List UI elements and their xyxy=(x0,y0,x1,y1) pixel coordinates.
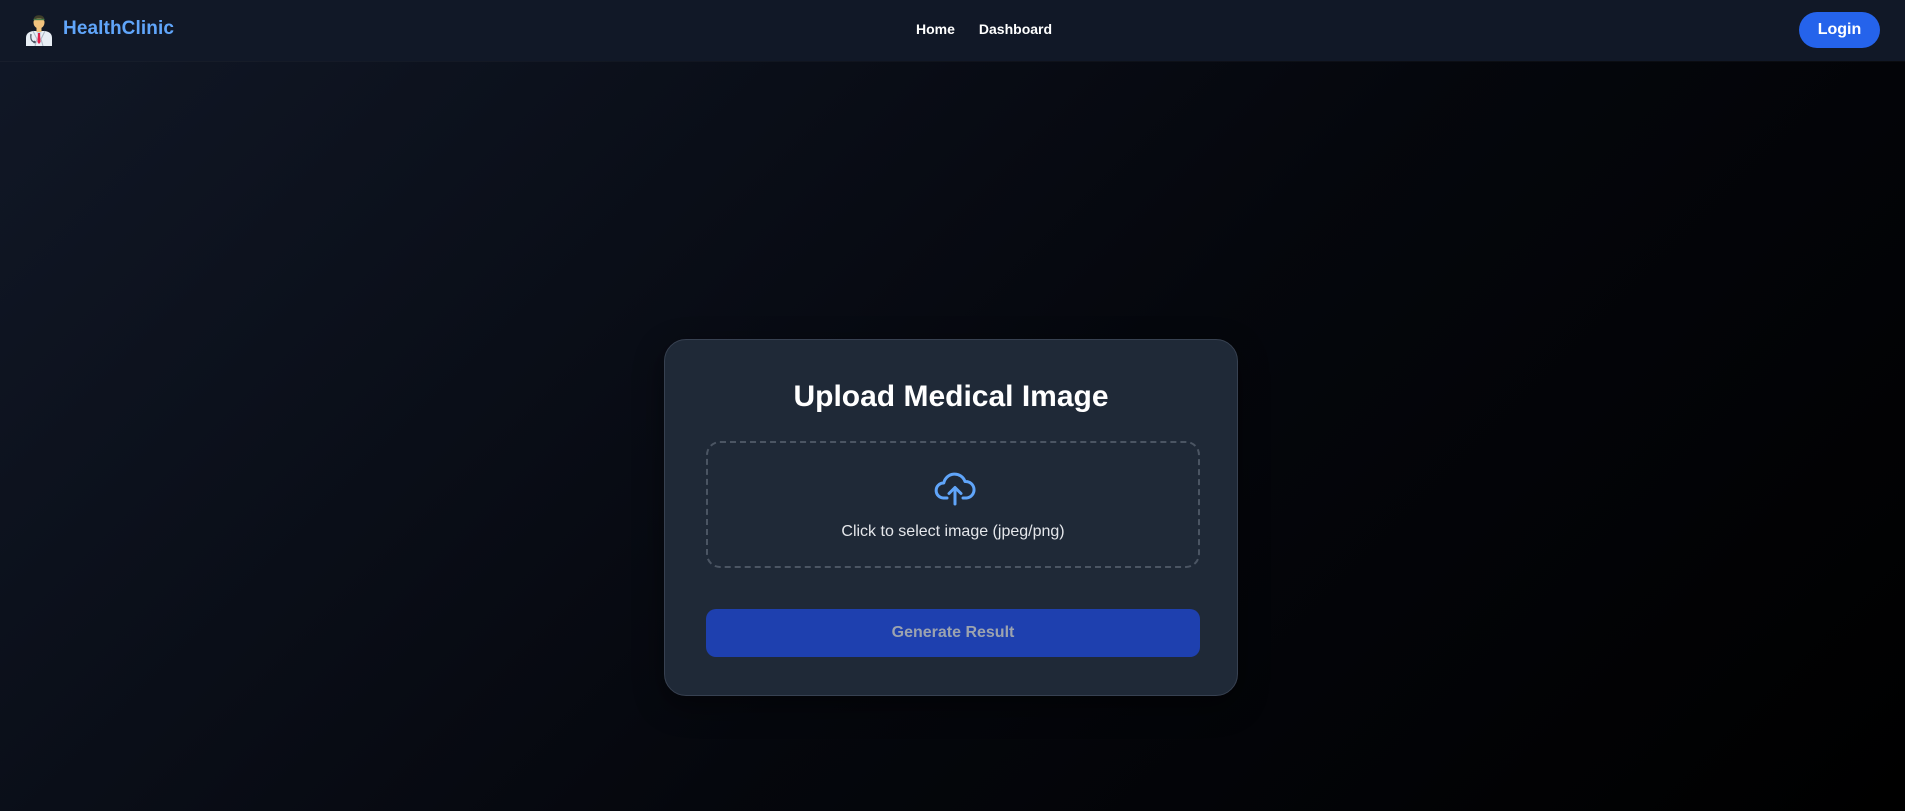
login-button[interactable]: Login xyxy=(1799,12,1880,48)
nav-link-dashboard[interactable]: Dashboard xyxy=(979,21,1052,37)
brand-link[interactable]: HealthClinic xyxy=(24,12,174,46)
upload-card-title: Upload Medical Image xyxy=(793,380,1109,413)
nav-link-home[interactable]: Home xyxy=(916,21,955,37)
doctor-avatar-icon xyxy=(26,15,52,46)
main-nav: Home Dashboard xyxy=(916,21,1052,37)
dropzone-hint-text: Click to select image (jpeg/png) xyxy=(841,523,1065,540)
brand-name: HealthClinic xyxy=(63,18,174,39)
image-dropzone[interactable]: Click to select image (jpeg/png) xyxy=(706,441,1200,568)
upload-card: Upload Medical Image Click to select ima… xyxy=(664,339,1238,696)
cloud-upload-icon xyxy=(934,472,976,506)
navbar: HealthClinic Home Dashboard Login xyxy=(0,0,1905,61)
generate-result-button[interactable]: Generate Result xyxy=(706,609,1200,657)
